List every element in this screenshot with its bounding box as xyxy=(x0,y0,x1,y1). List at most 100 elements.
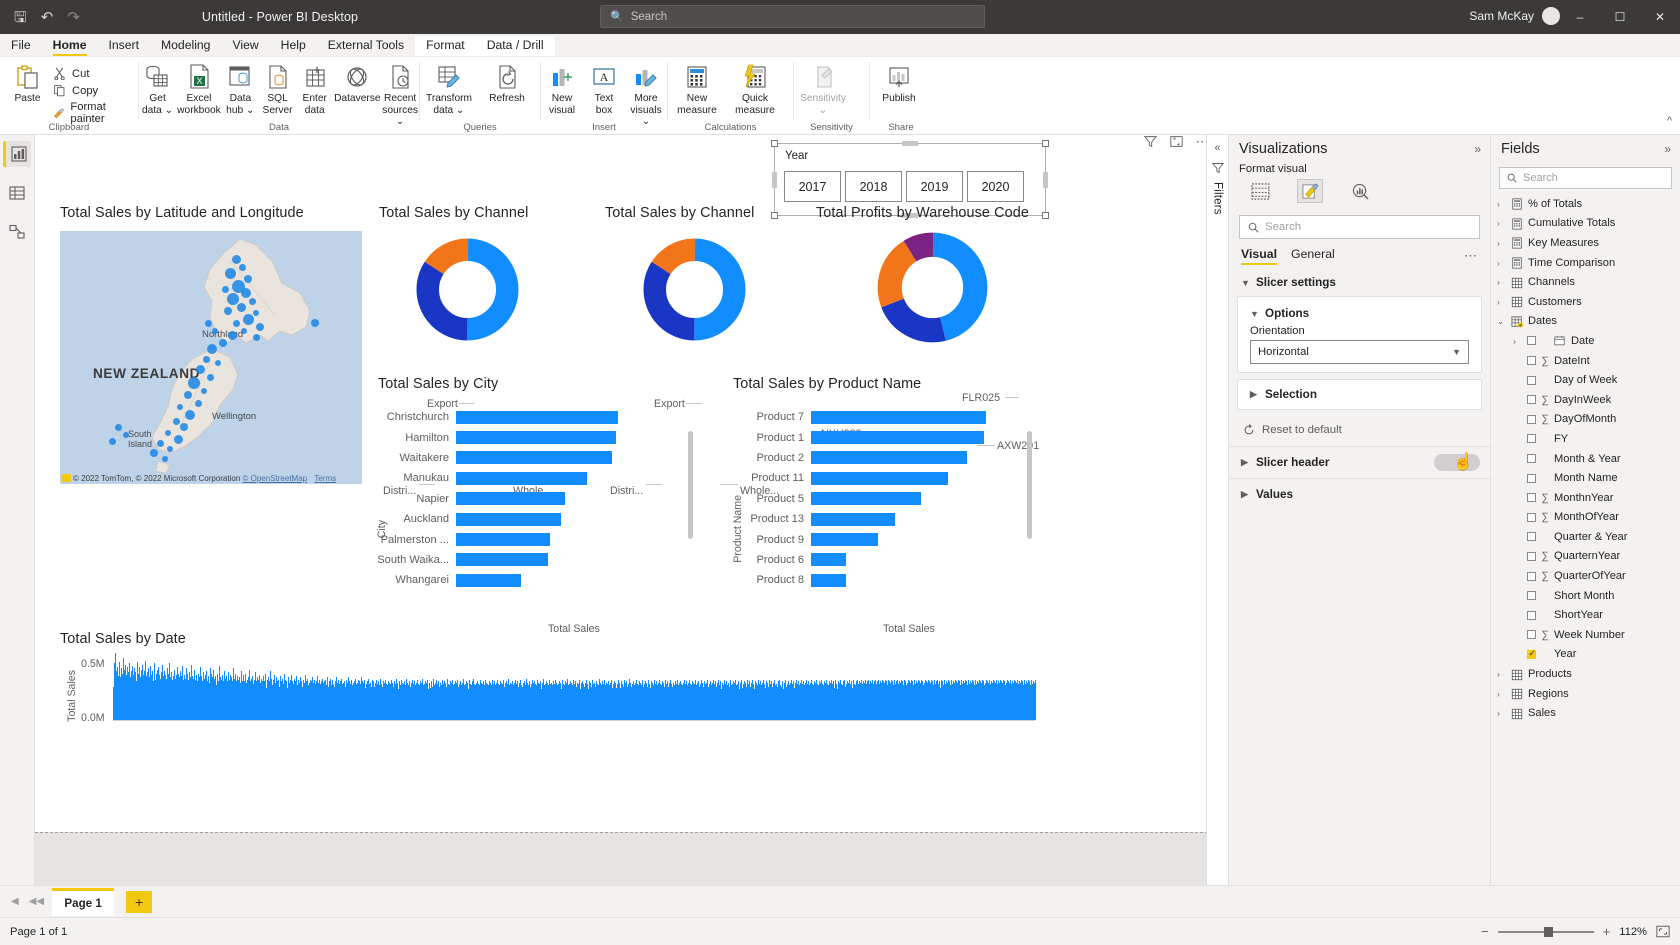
data-button[interactable]: Data hub ⌄ xyxy=(222,60,259,118)
map-bubble[interactable] xyxy=(114,423,122,431)
ribbon-tab-help[interactable]: Help xyxy=(270,36,317,56)
map-bubble[interactable] xyxy=(194,399,202,407)
map-bubble[interactable] xyxy=(221,285,229,293)
donut-chart-1[interactable] xyxy=(415,237,520,342)
map-bubble[interactable] xyxy=(248,297,256,305)
report-page-canvas[interactable]: ⋯ Year 2017 2018 2019 2020 Total Sales by L… xyxy=(35,135,1228,833)
resize-handle-br[interactable] xyxy=(1042,212,1049,219)
date-column-chart[interactable] xyxy=(113,653,1036,720)
resize-handle-tr[interactable] xyxy=(1042,140,1049,147)
refresh-button[interactable]: Refresh xyxy=(478,60,536,107)
map-bubble[interactable] xyxy=(232,319,240,327)
global-search-box[interactable]: 🔍 Search xyxy=(600,5,985,28)
bar-row[interactable]: Palmerston ... xyxy=(370,529,700,549)
slicer-item-2018[interactable]: 2018 xyxy=(845,171,902,202)
map-bubble[interactable] xyxy=(201,388,207,394)
map-bubble[interactable] xyxy=(224,267,236,279)
bar-fill[interactable] xyxy=(456,431,616,445)
ribbon-tab-data-drill[interactable]: Data / Drill xyxy=(475,36,555,56)
bar-fill[interactable] xyxy=(811,512,895,526)
enter-button[interactable]: Enter data xyxy=(296,60,333,118)
map-bubble[interactable] xyxy=(252,333,260,341)
model-view-button[interactable] xyxy=(3,219,31,245)
ribbon-tab-view[interactable]: View xyxy=(221,36,269,56)
bar-fill[interactable] xyxy=(456,410,618,424)
filter-icon[interactable] xyxy=(1143,135,1157,148)
map-bubble[interactable] xyxy=(206,373,214,381)
report-view-button[interactable] xyxy=(3,141,31,167)
bar-city-scrollbar[interactable] xyxy=(688,431,693,539)
map-bubble[interactable] xyxy=(108,437,116,445)
ribbon-tab-format[interactable]: Format xyxy=(415,36,476,56)
bar-fill[interactable] xyxy=(811,573,846,587)
more-button[interactable]: More visuals ⌄ xyxy=(625,60,667,130)
new-button[interactable]: New measure xyxy=(668,60,726,118)
map-bubble[interactable] xyxy=(165,430,171,436)
sql-button[interactable]: SQL Server xyxy=(259,60,296,118)
bar-row[interactable]: Product 7 xyxy=(725,407,1055,427)
map-bubble[interactable] xyxy=(180,423,188,431)
map-bubble[interactable] xyxy=(215,360,221,366)
map-bubble[interactable] xyxy=(227,330,237,340)
map-bubble[interactable] xyxy=(253,310,259,316)
map-bubble[interactable] xyxy=(256,323,264,331)
ribbon-tab-external-tools[interactable]: External Tools xyxy=(317,36,415,56)
bar-fill[interactable] xyxy=(456,553,548,567)
bar-row[interactable]: Product 5 xyxy=(725,489,1055,509)
map-bubble[interactable] xyxy=(185,410,195,420)
map-bubble[interactable] xyxy=(219,339,227,347)
bar-row[interactable]: Product 1 xyxy=(725,427,1055,447)
map-bubble[interactable] xyxy=(244,275,252,283)
map-visual[interactable]: Northland Wellington NEW ZEALAND South I… xyxy=(60,231,362,484)
map-bubble[interactable] xyxy=(227,293,239,305)
bar-row[interactable]: Christchurch xyxy=(370,407,700,427)
map-bubble[interactable] xyxy=(241,288,251,298)
bar-product-scrollbar[interactable] xyxy=(1027,431,1032,539)
resize-handle-tl[interactable] xyxy=(771,140,778,147)
transform-button[interactable]: Transform data ⌄ xyxy=(420,60,478,118)
map-bubble[interactable] xyxy=(311,319,319,327)
focus-mode-icon[interactable] xyxy=(1169,135,1183,148)
map-bubble[interactable] xyxy=(238,263,246,271)
ribbon-tab-insert[interactable]: Insert xyxy=(98,36,150,56)
get-button[interactable]: Get data ⌄ xyxy=(139,60,176,118)
bar-row[interactable]: Hamilton xyxy=(370,427,700,447)
map-bubble[interactable] xyxy=(123,432,129,438)
bar-row[interactable]: Napier xyxy=(370,489,700,509)
ribbon-tab-file[interactable]: File xyxy=(0,36,42,56)
map-bubble[interactable] xyxy=(207,344,217,354)
collapse-ribbon-icon[interactable]: ^ xyxy=(1667,115,1672,127)
text-button[interactable]: A Text box xyxy=(583,60,625,118)
bar-row[interactable]: South Waika... xyxy=(370,550,700,570)
bar-fill[interactable] xyxy=(456,573,521,587)
map-bubble[interactable] xyxy=(195,364,205,374)
bar-row[interactable]: Auckland xyxy=(370,509,700,529)
map-bubble[interactable] xyxy=(162,456,168,462)
terms-link[interactable]: Terms xyxy=(314,474,336,483)
ribbon-tab-modeling[interactable]: Modeling xyxy=(150,36,221,56)
bar-row[interactable]: Product 6 xyxy=(725,550,1055,570)
map-bubble[interactable] xyxy=(173,434,183,444)
donut-chart-3[interactable] xyxy=(876,231,989,344)
data-view-button[interactable] xyxy=(3,180,31,206)
map-bubble[interactable] xyxy=(172,417,180,425)
map-bubble[interactable] xyxy=(156,439,164,447)
close-button[interactable]: ✕ xyxy=(1640,0,1680,34)
bar-fill[interactable] xyxy=(456,471,587,485)
map-bubble[interactable] xyxy=(188,377,200,389)
resize-handle-top[interactable] xyxy=(902,141,918,146)
resize-handle-left[interactable] xyxy=(772,171,777,188)
map-bubble[interactable] xyxy=(241,328,247,334)
donut-chart-2[interactable] xyxy=(642,237,747,342)
cut-button[interactable]: Cut xyxy=(49,66,138,81)
bar-fill[interactable] xyxy=(811,451,967,465)
user-account[interactable]: Sam McKay xyxy=(1469,7,1560,25)
sensitivity-button[interactable]: Sensitivity ⌄ xyxy=(794,60,852,118)
publish-button[interactable]: Publish xyxy=(870,60,928,107)
quick-button[interactable]: Quick measure xyxy=(726,60,784,118)
map-bubble[interactable] xyxy=(177,404,183,410)
resize-handle-right[interactable] xyxy=(1043,171,1048,188)
resize-handle-bl[interactable] xyxy=(771,212,778,219)
map-bubble[interactable] xyxy=(236,302,246,312)
bar-row[interactable]: Product 11 xyxy=(725,468,1055,488)
